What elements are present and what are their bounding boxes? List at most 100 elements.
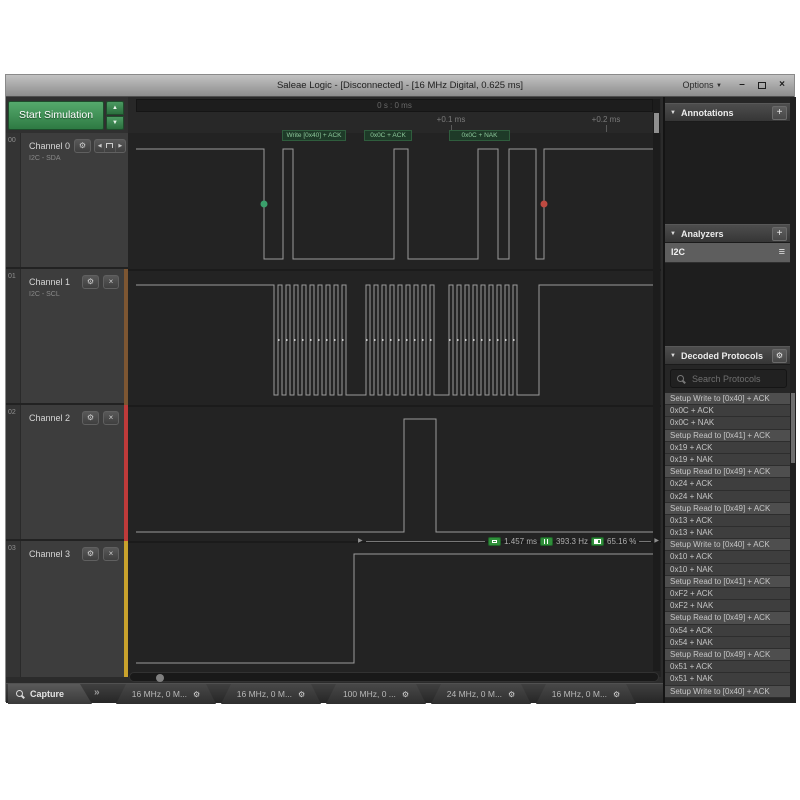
window-title: Saleae Logic - [Disconnected] - [16 MHz …: [6, 80, 794, 91]
restore-button[interactable]: [754, 78, 770, 93]
timeline-tick-label: +0.2 ms: [592, 115, 621, 124]
analyzer-item-i2c[interactable]: I2C ≡: [665, 243, 790, 263]
protocol-row[interactable]: 0x0C + NAK: [665, 417, 790, 429]
channel-remove-button[interactable]: ×: [103, 547, 119, 561]
options-menu[interactable]: Options ▼: [683, 80, 723, 90]
channel-name: Channel 2: [29, 413, 70, 423]
channel-remove-button[interactable]: ×: [103, 275, 119, 289]
protocol-row[interactable]: 0x24 + ACK: [665, 478, 790, 490]
start-simulation-button[interactable]: Start Simulation: [8, 101, 104, 130]
waveform-ch2: [136, 419, 656, 532]
protocol-row[interactable]: 0x19 + ACK: [665, 442, 790, 454]
protocol-search-box[interactable]: [670, 369, 787, 388]
channel-settings-button[interactable]: ⚙: [82, 547, 99, 561]
vertical-scrollbar[interactable]: [653, 99, 660, 671]
protocol-row[interactable]: Setup Write to [0x40] + ACK: [665, 393, 790, 405]
close-button[interactable]: ×: [774, 78, 790, 93]
protocol-row[interactable]: 0x10 + NAK: [665, 564, 790, 576]
waveform-ch0: [136, 149, 656, 259]
protocols-settings-button[interactable]: ⚙: [772, 349, 787, 363]
pulse-trigger-button[interactable]: [105, 140, 115, 152]
restore-icon: [758, 82, 766, 89]
annotations-body: [665, 122, 790, 224]
frequency-measure-value: 393.3 Hz: [556, 537, 588, 546]
channel-name: Channel 3: [29, 549, 70, 559]
session-tab-4[interactable]: 16 MHz, 0 M...⚙: [536, 684, 636, 704]
protocol-row[interactable]: Setup Read to [0x41] + ACK: [665, 576, 790, 588]
channel-settings-button[interactable]: ⚙: [82, 411, 99, 425]
tab-settings-icon[interactable]: ⚙: [298, 690, 305, 699]
spinner-down-button[interactable]: ▼: [106, 116, 124, 130]
measure-line: [639, 541, 651, 542]
search-input[interactable]: [692, 371, 784, 386]
protocol-row[interactable]: 0x54 + ACK: [665, 625, 790, 637]
channel-row-0[interactable]: 00Channel 0I2C - SDA⚙◀▶: [6, 133, 128, 269]
panel-scrollbar-thumb[interactable]: [791, 393, 795, 463]
session-tab-0[interactable]: 16 MHz, 0 M...⚙: [116, 684, 216, 704]
channel-remove-button[interactable]: ×: [103, 411, 119, 425]
tab-settings-icon[interactable]: ⚙: [402, 690, 409, 699]
channel-settings-button[interactable]: ⚙: [74, 139, 91, 153]
panel-scrollbar[interactable]: [790, 97, 796, 703]
i2c-start-marker: [261, 201, 268, 208]
measurement-overlay: ▶ 1.457 ms 393.3 Hz 65.16 % ▶: [358, 535, 659, 548]
channel-subtitle: I2C - SDA: [29, 155, 61, 162]
collapse-triangle-icon: ▼: [670, 110, 676, 116]
horizontal-scrollbar[interactable]: [129, 672, 659, 682]
protocol-list: Setup Write to [0x40] + ACK0x0C + ACK0x0…: [665, 393, 790, 703]
protocol-row[interactable]: 0x19 + NAK: [665, 454, 790, 466]
add-annotation-button[interactable]: +: [772, 106, 787, 120]
capture-tab[interactable]: Capture: [8, 684, 92, 704]
spinner-up-button[interactable]: ▲: [106, 101, 124, 115]
waveform-area[interactable]: [128, 133, 661, 677]
tab-settings-icon[interactable]: ⚙: [508, 690, 515, 699]
protocol-row[interactable]: 0x13 + NAK: [665, 527, 790, 539]
protocol-row[interactable]: 0x0C + ACK: [665, 405, 790, 417]
tab-settings-icon[interactable]: ⚙: [613, 690, 620, 699]
protocol-row[interactable]: Setup Read to [0x41] + ACK: [665, 430, 790, 442]
channel-row-1[interactable]: 01Channel 1I2C - SCL⚙×: [6, 269, 128, 405]
session-tab-3[interactable]: 24 MHz, 0 M...⚙: [431, 684, 531, 704]
protocol-row[interactable]: 0xF2 + ACK: [665, 588, 790, 600]
protocol-row[interactable]: Setup Write to [0x40] + ACK: [665, 686, 790, 698]
channel-row-2[interactable]: 02Channel 2⚙×: [6, 405, 128, 541]
session-tab-1[interactable]: 16 MHz, 0 M...⚙: [221, 684, 321, 704]
protocol-row[interactable]: 0x24 + NAK: [665, 491, 790, 503]
analyzers-header[interactable]: ▼ Analyzers +: [665, 224, 790, 243]
vertical-scrollbar-thumb[interactable]: [654, 113, 659, 133]
timeline-ruler[interactable]: 0 s : 0 ms +0.1 ms +0.2 ms: [128, 97, 661, 133]
decoded-protocols-title: Decoded Protocols: [681, 351, 763, 361]
protocol-row[interactable]: 0x51 + NAK: [665, 673, 790, 685]
tab-overflow-button[interactable]: »: [94, 687, 100, 698]
hamburger-menu-icon[interactable]: ≡: [779, 246, 785, 258]
protocol-row[interactable]: Setup Read to [0x49] + ACK: [665, 503, 790, 515]
channel-column: 00Channel 0I2C - SDA⚙◀▶01Channel 1I2C - …: [6, 133, 128, 677]
protocol-row[interactable]: 0xF2 + NAK: [665, 600, 790, 612]
duty-cycle-measure-icon: [591, 537, 604, 546]
add-analyzer-button[interactable]: +: [772, 227, 787, 241]
next-edge-button[interactable]: ▶: [116, 140, 125, 152]
decoded-protocols-header[interactable]: ▼ Decoded Protocols ⚙: [665, 346, 790, 365]
protocol-row[interactable]: 0x10 + ACK: [665, 551, 790, 563]
chevron-down-icon: ▼: [716, 83, 722, 89]
protocol-row[interactable]: 0x51 + ACK: [665, 661, 790, 673]
analyzers-body: [665, 263, 790, 346]
protocol-row[interactable]: 0x13 + ACK: [665, 515, 790, 527]
channel-settings-button[interactable]: ⚙: [82, 275, 99, 289]
annotations-header[interactable]: ▼ Annotations +: [665, 103, 790, 122]
minimize-button[interactable]: –: [734, 78, 750, 93]
protocol-row[interactable]: Setup Read to [0x49] + ACK: [665, 466, 790, 478]
tab-settings-icon[interactable]: ⚙: [193, 690, 200, 699]
waveform-svg: [128, 133, 661, 677]
measure-line: [366, 541, 485, 542]
width-measure-icon: [488, 537, 501, 546]
protocol-row[interactable]: Setup Read to [0x49] + ACK: [665, 649, 790, 661]
app-window: Saleae Logic - [Disconnected] - [16 MHz …: [5, 74, 795, 702]
session-tab-2[interactable]: 100 MHz, 0 ...⚙: [326, 684, 426, 704]
channel-row-3[interactable]: 03Channel 3⚙×: [6, 541, 128, 677]
protocol-row[interactable]: Setup Write to [0x40] + ACK: [665, 539, 790, 551]
protocol-row[interactable]: 0x54 + NAK: [665, 637, 790, 649]
horizontal-scrollbar-thumb[interactable]: [156, 674, 164, 682]
prev-edge-button[interactable]: ◀: [95, 140, 105, 152]
protocol-row[interactable]: Setup Read to [0x49] + ACK: [665, 612, 790, 624]
